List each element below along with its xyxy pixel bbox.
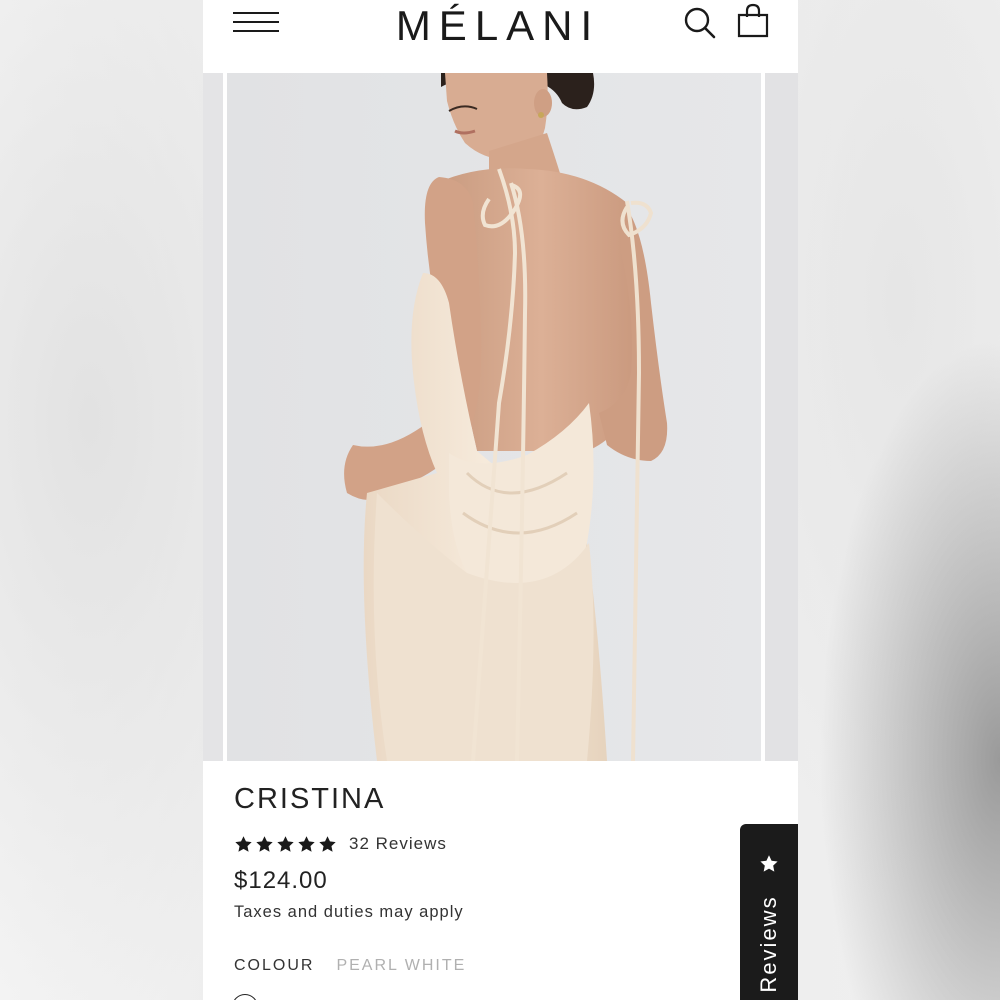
- previous-image-peek[interactable]: [203, 73, 223, 761]
- colour-value: PEARL WHITE: [336, 957, 467, 974]
- brand-logo[interactable]: MÉLANI: [353, 2, 643, 50]
- model-photo: [227, 73, 761, 761]
- rating-stars: [234, 835, 337, 854]
- product-name: CRISTINA: [234, 783, 386, 815]
- colour-swatch[interactable]: [232, 994, 258, 1000]
- site-header: MÉLANI: [203, 0, 798, 73]
- star-icon: [235, 835, 252, 852]
- star-icon: [760, 855, 778, 872]
- product-info: CRISTINA 32 Reviews $124.00 Taxes and du…: [203, 761, 798, 1000]
- star-icon: [319, 835, 336, 852]
- reviews-tab-label: Reviews: [756, 895, 781, 993]
- product-rating[interactable]: 32 Reviews: [234, 833, 447, 855]
- hamburger-menu-icon[interactable]: [233, 10, 281, 34]
- tax-note: Taxes and duties may apply: [234, 903, 464, 921]
- colour-label: COLOUR: [234, 957, 315, 974]
- reviews-side-tab[interactable]: Reviews: [740, 824, 798, 1000]
- star-icon: [298, 835, 315, 852]
- phone-screen: MÉLANI CRISTINA 32 Reviews $124.00 Taxes…: [203, 0, 798, 1000]
- product-image-carousel[interactable]: [203, 73, 798, 761]
- search-icon[interactable]: [683, 6, 717, 40]
- product-price: $124.00: [234, 867, 328, 894]
- product-image[interactable]: [227, 73, 761, 761]
- star-icon: [256, 835, 273, 852]
- review-count-link[interactable]: 32 Reviews: [349, 834, 447, 854]
- star-icon: [277, 835, 294, 852]
- next-image-peek[interactable]: [765, 73, 798, 761]
- colour-selector: COLOUR PEARL WHITE: [234, 957, 466, 975]
- shopping-bag-icon[interactable]: [736, 3, 770, 39]
